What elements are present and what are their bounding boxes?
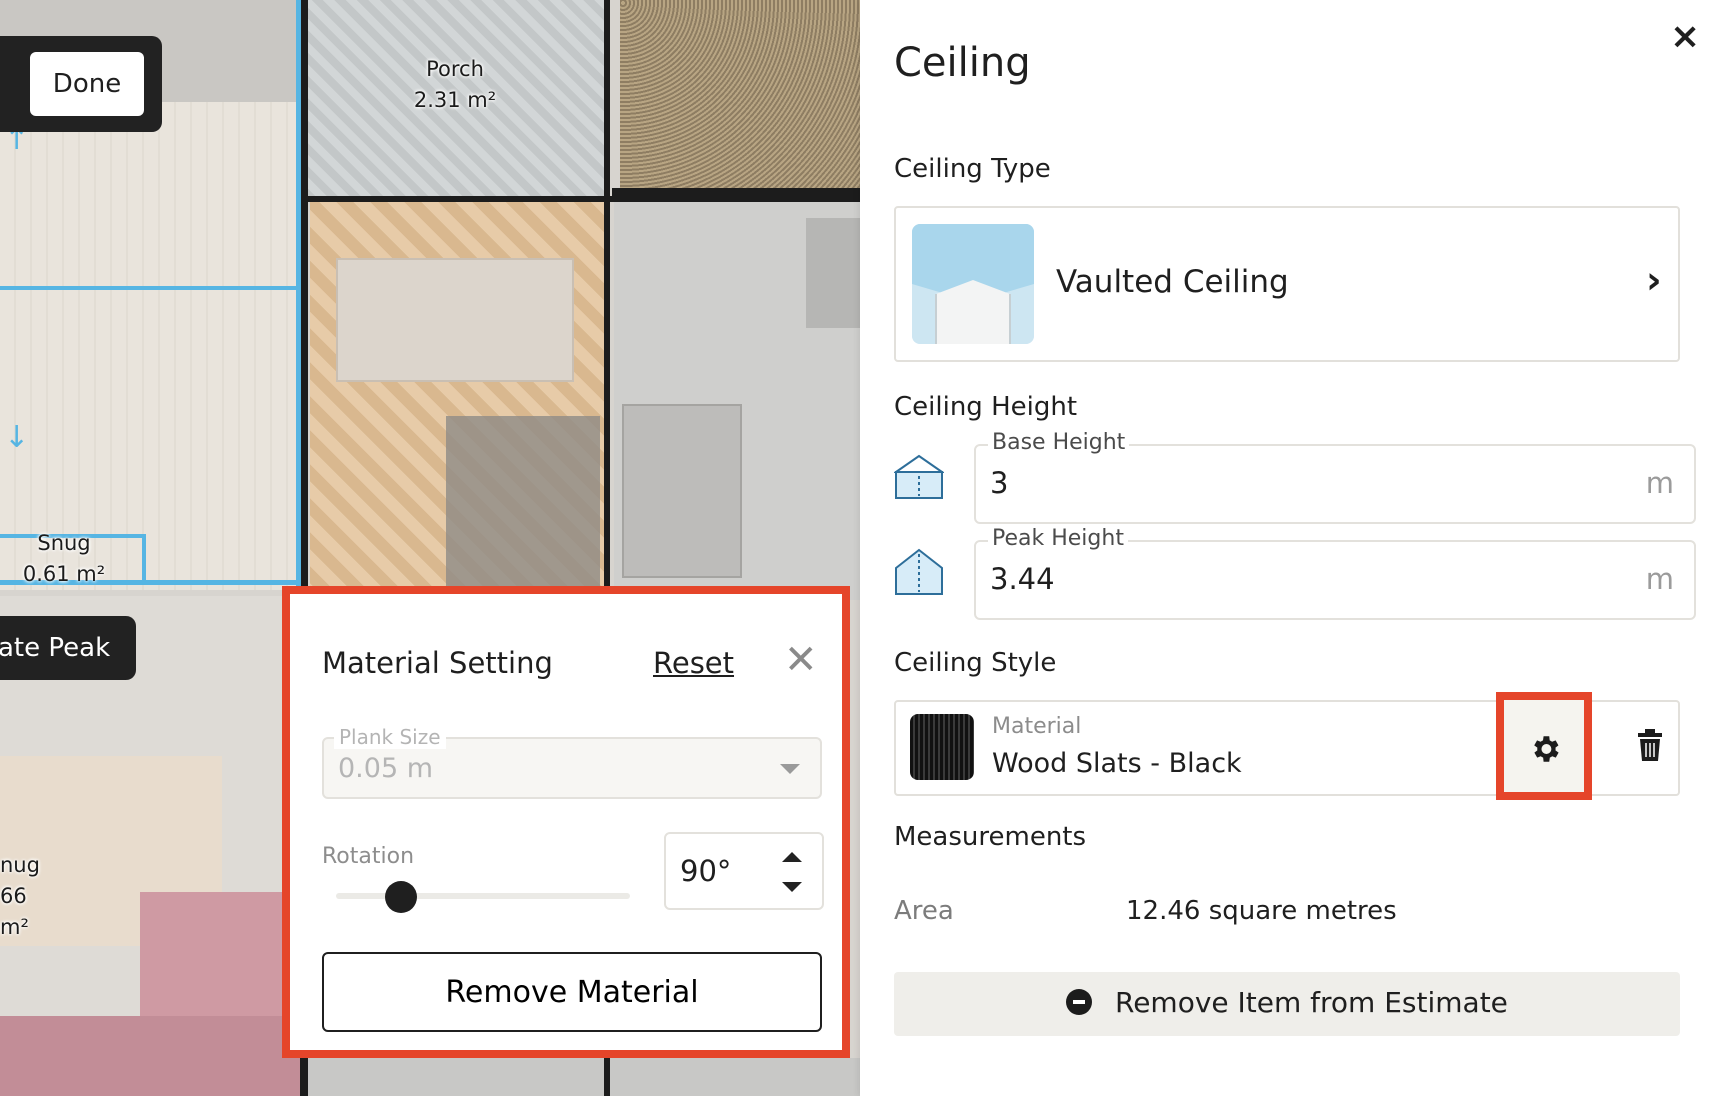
wall[interactable] — [612, 188, 860, 198]
material-swatch — [910, 714, 974, 780]
rotation-value: 90° — [680, 854, 732, 888]
rotation-label: Rotation — [322, 844, 415, 869]
peak-height-icon — [894, 548, 944, 602]
ceiling-type-name: Vaulted Ceiling — [1056, 264, 1289, 300]
vaulted-ceiling-thumbnail — [912, 224, 1034, 344]
rug — [336, 258, 574, 382]
ceiling-panel: Ceiling × Ceiling Type Vaulted Ceiling ›… — [860, 0, 1712, 1096]
arrow-down-icon: ↓ — [4, 420, 30, 455]
rug-grey — [622, 404, 742, 578]
ceiling-height-heading: Ceiling Height — [894, 392, 1078, 422]
remove-from-estimate-button[interactable]: Remove Item from Estimate — [894, 972, 1680, 1036]
room-name: Porch — [426, 57, 484, 81]
rotation-slider-track[interactable] — [336, 893, 630, 899]
rotation-slider-thumb[interactable] — [384, 881, 417, 913]
room-label-snug-lower: nug 66 m² — [0, 850, 60, 943]
grey-floor-bottom — [300, 1058, 860, 1096]
selected-room-outline[interactable] — [142, 534, 146, 584]
stepper-up-icon[interactable] — [782, 852, 802, 862]
plank-size-value: 0.05 m — [338, 753, 434, 784]
peak-height-field[interactable]: Peak Height 3.44 m — [974, 526, 1696, 620]
material-setting-popup: Material Setting Reset ✕ Plank Size 0.05… — [282, 586, 850, 1058]
room-name: nug — [0, 853, 40, 877]
close-icon[interactable]: ✕ — [784, 640, 818, 680]
base-height-field[interactable]: Base Height 3 m — [974, 430, 1696, 524]
rotation-stepper[interactable]: 90° — [664, 832, 824, 910]
gear-icon — [1534, 736, 1559, 762]
ceiling-type-selector[interactable]: Vaulted Ceiling › — [894, 206, 1680, 362]
room-label-snug: Snug 0.61 m² — [14, 528, 114, 590]
base-height-value: 3 — [990, 466, 1009, 500]
base-height-icon — [892, 454, 946, 506]
area-value: 12.46 square metres — [1126, 896, 1397, 926]
room-area: 2.31 m² — [413, 88, 497, 112]
material-label: Material — [992, 714, 1082, 739]
ceiling-type-heading: Ceiling Type — [894, 154, 1051, 184]
peak-height-label: Peak Height — [988, 526, 1128, 551]
chevron-right-icon: › — [1646, 258, 1662, 302]
create-peak-button[interactable]: ate Peak — [0, 616, 136, 680]
floor-plan-canvas[interactable]: Porch 2.31 m² Snug 0.61 m² nug 66 m² ↑ ↓… — [0, 0, 860, 1096]
measurements-heading: Measurements — [894, 822, 1087, 852]
minus-circle-icon — [1066, 989, 1093, 1015]
remove-estimate-label: Remove Item from Estimate — [1115, 986, 1508, 1019]
panel-title: Ceiling — [894, 40, 1031, 86]
chevron-down-icon — [780, 764, 800, 774]
close-icon[interactable]: × — [1670, 16, 1700, 57]
base-height-unit: m — [1645, 466, 1674, 500]
peak-height-value: 3.44 — [990, 562, 1055, 596]
material-settings-button[interactable] — [1496, 692, 1592, 800]
sofa-furniture — [806, 218, 860, 328]
room-label-porch: Porch 2.31 m² — [402, 54, 508, 116]
outdoor-gravel — [620, 0, 860, 190]
done-button[interactable]: Done — [30, 52, 144, 116]
room-name: Snug — [37, 531, 91, 555]
popup-title: Material Setting — [322, 646, 553, 680]
area-label: Area — [894, 896, 954, 926]
material-name: Wood Slats - Black — [992, 748, 1242, 779]
reset-link[interactable]: Reset — [653, 646, 734, 680]
base-height-label: Base Height — [988, 430, 1130, 455]
create-peak-label: ate Peak — [0, 633, 111, 663]
plank-size-select[interactable]: Plank Size 0.05 m — [322, 725, 822, 799]
selected-room-outline[interactable] — [0, 286, 300, 290]
room-area: 0.61 m² — [22, 562, 106, 586]
ceiling-style-heading: Ceiling Style — [894, 648, 1057, 678]
stepper-down-icon[interactable] — [782, 882, 802, 892]
trash-icon[interactable] — [1636, 728, 1664, 766]
bed-furniture — [446, 416, 600, 586]
room-area: 66 m² — [0, 884, 29, 939]
remove-material-button[interactable]: Remove Material — [322, 952, 822, 1032]
pink-sofa-seat — [0, 1016, 300, 1096]
selected-room-outline[interactable] — [296, 0, 301, 590]
peak-height-unit: m — [1645, 562, 1674, 596]
plank-size-label: Plank Size — [334, 725, 446, 749]
